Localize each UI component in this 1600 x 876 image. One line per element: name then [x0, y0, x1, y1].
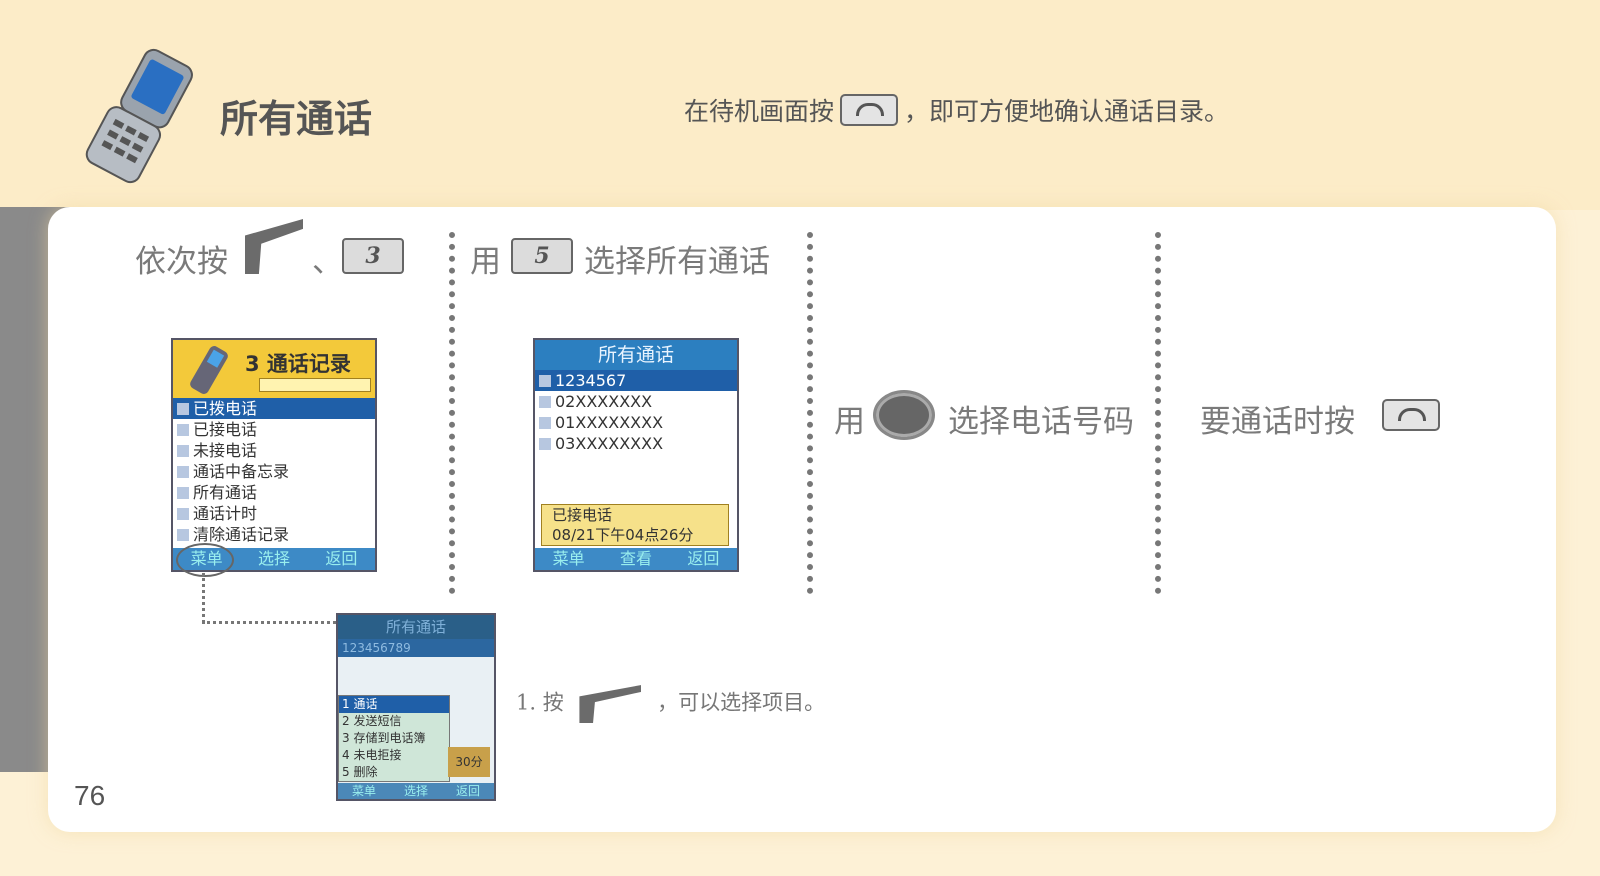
step-1-sep: 、 [312, 244, 343, 280]
send-key-icon [1376, 399, 1446, 431]
list-item-icon [177, 466, 189, 478]
step-2-text: 选择所有通话 [584, 244, 770, 280]
screen-1-menu-label: 已拨电话 [193, 399, 258, 418]
list-item-icon [177, 445, 189, 457]
list-item-icon [177, 508, 189, 520]
screen-1-menu-label: 通话计时 [193, 504, 258, 523]
screen-3-title: 所有通话 [385, 618, 446, 636]
divider-1 [449, 232, 455, 594]
intro-before: 在待机画面按 [684, 97, 835, 126]
call-number: 02XXXXXXX [555, 392, 653, 411]
call-list-item[interactable]: 03XXXXXXXX [535, 433, 737, 454]
connector-vertical [202, 573, 205, 623]
screen-1-menu-item[interactable]: 通话计时 [173, 503, 375, 524]
phone-icon [190, 346, 228, 394]
option-menu-item[interactable]: 4 未电拒接 [339, 747, 449, 764]
list-item-icon [177, 424, 189, 436]
softkey-label[interactable]: 菜单 [553, 548, 585, 570]
screen-1-menu-label: 已接电话 [193, 420, 258, 439]
softkey-label[interactable]: 选择 [404, 783, 428, 799]
screen-1-header: 3 通话记录 [173, 340, 375, 398]
screen-1-menu-item[interactable]: 所有通话 [173, 482, 375, 503]
call-list-item[interactable]: 01XXXXXXXX [535, 412, 737, 433]
softkey-label[interactable]: 菜单 [352, 783, 376, 799]
screen-1-progress [259, 378, 371, 392]
intro-after: ，即可方便地确认通话目录。 [904, 97, 1230, 126]
call-type-icon [539, 375, 551, 387]
step-1: 依次按 [135, 236, 228, 281]
screen-2-list: 1234567 02XXXXXXX 01XXXXXXXX 03XXXXXXXX [535, 370, 737, 454]
step-3-prefix: 用 [834, 404, 865, 440]
note: 1. 按 ，可以选择项目。 [516, 685, 825, 723]
step-3-text: 选择电话号码 [948, 404, 1134, 440]
softkey-label[interactable]: 查看 [620, 548, 652, 570]
divider-2 [807, 232, 813, 594]
menu-highlight-circle [176, 543, 234, 577]
screen-all-calls: 所有通话 1234567 02XXXXXXX 01XXXXXXXX 03XXXXXXX… [533, 338, 739, 572]
softkey-label[interactable]: 返回 [456, 783, 480, 799]
phone-illustration [85, 48, 193, 184]
screen-2-info: 已接电话 08/21下午04点26分 [541, 504, 729, 546]
screen-3-side-label: 30分 [448, 747, 490, 777]
key-3-icon: 3 [342, 238, 404, 274]
call-type-icon [539, 396, 551, 408]
screen-1-menu-item[interactable]: 清除通话记录 [173, 524, 375, 545]
step-4-text: 要通话时按 [1200, 404, 1355, 440]
list-item-icon [177, 403, 189, 415]
screen-2-title: 所有通话 [535, 340, 737, 370]
screen-options: 所有通话 123456789 1 通话 2 发送短信 3 存储到电话簿 4 未电拒接 5… [336, 613, 496, 801]
option-menu-item[interactable]: 2 发送短信 [339, 713, 449, 730]
screen-1-menu-item[interactable]: 已拨电话 [173, 398, 375, 419]
screen-1-menu-item[interactable]: 通话中备忘录 [173, 461, 375, 482]
list-item-icon [177, 529, 189, 541]
step-1-text: 依次按 [135, 244, 228, 280]
call-type-icon [539, 417, 551, 429]
screen-1-menu-label: 清除通话记录 [193, 525, 290, 544]
navigation-key-icon [873, 390, 935, 440]
screen-1-menu: 已拨电话已接电话未接电话通话中备忘录 所有通话通话计时清除通话记录 [173, 398, 375, 545]
left-softkey-small-icon [579, 685, 642, 723]
intro-text: 在待机画面按 ，即可方便地确认通话目录。 [684, 92, 1229, 128]
screen-1-menu-item[interactable]: 已接电话 [173, 419, 375, 440]
screen-call-log: 3 通话记录 已拨电话 已接电话 未接电话 通话中备忘录 所有通话 通话计时 清除通话记录 … [171, 338, 377, 572]
screen-1-menu-label: 通话中备忘录 [193, 462, 290, 481]
screen-3-softkeys: 菜单 选择 返回 [338, 783, 494, 799]
list-item-icon [177, 487, 189, 499]
screen-2-info-line2: 08/21下午04点26分 [552, 526, 694, 544]
screen-3-number: 123456789 [338, 639, 494, 657]
call-number: 03XXXXXXXX [555, 434, 664, 453]
softkey-label[interactable]: 返回 [325, 548, 357, 570]
screen-3-menu: 1 通话 2 发送短信 3 存储到电话簿 4 未电拒接 5 删除 [338, 695, 450, 782]
call-number: 1234567 [555, 371, 627, 390]
softkey-label[interactable]: 返回 [687, 548, 719, 570]
page-number: 76 [74, 780, 106, 811]
option-menu-item[interactable]: 1 通话 [339, 696, 449, 713]
note-after: ，可以选择项目。 [657, 690, 826, 715]
option-menu-item[interactable]: 3 存储到电话簿 [339, 730, 449, 747]
connector-horizontal [202, 621, 336, 624]
screen-2-info-line1: 已接电话 [552, 506, 613, 524]
call-type-icon [539, 438, 551, 450]
left-softkey-icon [245, 219, 303, 278]
step-2-prefix: 用 [470, 244, 501, 280]
divider-3 [1155, 232, 1161, 594]
screen-2-softkeys: 菜单 查看 返回 [535, 548, 737, 570]
call-number: 01XXXXXXXX [555, 413, 664, 432]
key-5-icon: 5 [511, 238, 573, 274]
note-before: 1. 按 [516, 690, 564, 715]
end-key-icon [840, 94, 899, 126]
call-list-item[interactable]: 02XXXXXXX [535, 391, 737, 412]
option-menu-item[interactable]: 5 删除 [339, 764, 449, 781]
screen-1-menu-item[interactable]: 未接电话 [173, 440, 375, 461]
screen-1-menu-label: 所有通话 [193, 483, 258, 502]
softkey-label[interactable]: 选择 [258, 548, 290, 570]
page-title: 所有通话 [220, 96, 373, 141]
screen-1-title: 3 通话记录 [245, 352, 351, 376]
call-list-item[interactable]: 1234567 [535, 370, 737, 391]
screen-1-menu-label: 未接电话 [193, 441, 258, 460]
